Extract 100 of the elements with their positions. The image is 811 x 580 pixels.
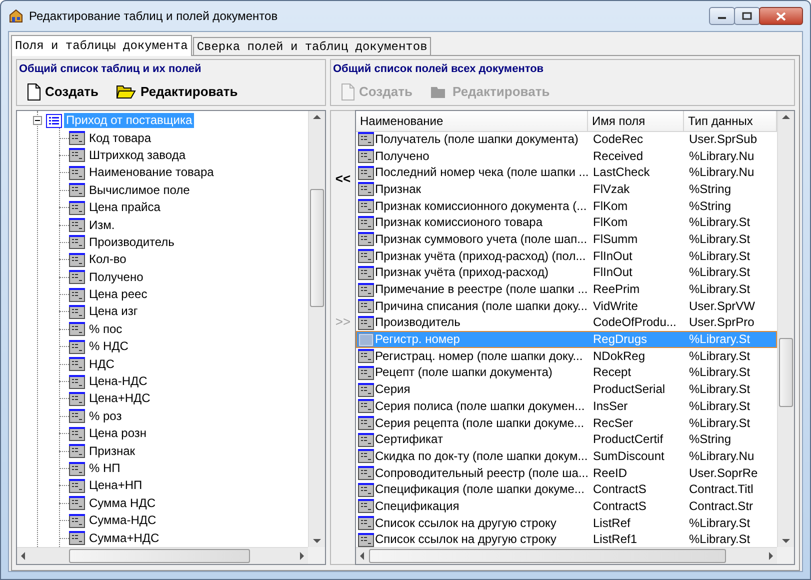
tree-item[interactable]: Цена+НП [87, 478, 144, 494]
scroll-right-icon[interactable] [769, 552, 773, 560]
table-row[interactable]: Производитель CodeOfProdu... User.SprPro [356, 314, 777, 332]
table-field-icon [358, 349, 374, 364]
column-header[interactable]: Наименование [356, 111, 588, 132]
table-row[interactable]: Регистрац. номер (поле шапки доку... NDokReg %Library.St [356, 348, 777, 365]
tree-item[interactable]: Цена+НДС [87, 391, 152, 406]
tab[interactable]: Сверка полей и таблиц документов [192, 37, 432, 55]
scroll-right-icon[interactable] [300, 552, 304, 560]
tab[interactable]: Поля и таблицы документа [11, 35, 192, 56]
close-button[interactable] [759, 7, 803, 25]
table-cell-text: LastCheck [592, 165, 651, 180]
table-row[interactable]: Признак FlVzak %String [356, 181, 777, 198]
table-row[interactable]: Получено Received %Library.Nu [356, 148, 777, 164]
tree-item[interactable]: Наименование товара [87, 165, 216, 180]
table-row[interactable]: Признак комиссионого товара FlKom %Library.St [356, 214, 777, 232]
table-cell: Сертификат [375, 432, 443, 448]
column-header[interactable]: Тип данных [684, 111, 777, 132]
tree-item[interactable]: Сумма+НДС [87, 530, 162, 546]
tree-item[interactable]: Кол-во [87, 252, 128, 268]
edit-button[interactable]: Редактировать [114, 84, 240, 100]
scrollbar-thumb[interactable] [779, 338, 793, 408]
tree-item[interactable]: Штрихкод завода [87, 148, 188, 163]
tree-item[interactable]: Код товара [87, 130, 154, 146]
table-row[interactable]: Серия рецепта (поле шапки докуме... RecSer %Library.St [356, 414, 777, 432]
table-row[interactable]: Список ссылок на другую строку ListRef %Library.St [356, 514, 777, 532]
table-field-icon [69, 304, 85, 319]
table-cell-text: ReeID [592, 466, 628, 481]
scroll-up-icon[interactable] [313, 115, 321, 119]
scrollbar-thumb[interactable] [368, 549, 726, 563]
table-field-icon [69, 478, 85, 493]
table-field-icon [358, 366, 374, 380]
tree-item[interactable]: Изм. [87, 218, 117, 233]
table-cell-text: InsSer [592, 398, 629, 414]
table-cell-text: CodeRec [592, 132, 644, 147]
tree-item[interactable]: Вычислимое поле [87, 182, 192, 198]
table-row[interactable]: Сертификат ProductCertif %String [356, 431, 777, 448]
scroll-left-icon[interactable] [360, 552, 364, 560]
tree-item[interactable]: % роз [87, 408, 124, 424]
table-cell: Признак комиссионного документа (... [375, 198, 587, 214]
table-field-icon [69, 374, 85, 389]
table-cell: Список ссылок на другую строку [375, 516, 556, 531]
table-cell-text: %Library.Nu [688, 148, 756, 164]
table-row[interactable]: Признак комиссионного документа (... FlKom %String [356, 198, 777, 214]
scrollbar-thumb[interactable] [69, 549, 250, 563]
table-cell-text: User.SprVW [688, 298, 756, 314]
table-field-icon [358, 416, 374, 430]
scroll-down-icon[interactable] [313, 539, 321, 543]
table-field-icon [358, 382, 374, 397]
minimize-button[interactable] [709, 7, 735, 25]
vertical-scrollbar[interactable] [308, 111, 325, 547]
scroll-left-icon[interactable] [21, 552, 25, 560]
tree-item[interactable]: Сумма НДС [87, 496, 158, 511]
tree-item[interactable]: % пос [87, 322, 124, 337]
table-row[interactable]: Причина списания (поле шапки доку... VidWrite User.SprVW [356, 298, 777, 315]
horizontal-scrollbar[interactable] [356, 547, 777, 564]
collapse-toggle-icon[interactable] [33, 116, 42, 126]
table-field-icon [69, 409, 85, 424]
tree-item[interactable]: Производитель [87, 234, 176, 250]
scrollbar-thumb[interactable] [310, 189, 324, 308]
scroll-up-icon[interactable] [782, 115, 790, 119]
table-row[interactable]: Список ссылок на другую строку ListRef1 %Library.St [356, 532, 777, 547]
tree-item[interactable]: Цена изг [87, 304, 140, 320]
tree-item[interactable]: Цена прайса [87, 200, 162, 216]
transfer-button[interactable]: << [335, 171, 351, 186]
table-row[interactable]: Последний номер чека (поле шапки ... LastCheck %Library.Nu [356, 164, 777, 182]
create-button[interactable]: Создать [25, 82, 100, 100]
vertical-scrollbar[interactable] [777, 111, 794, 547]
table-row[interactable]: Признак учёта (приход-расход) FlInOut %Library.St [356, 264, 777, 282]
tree-item[interactable]: Цена реес [87, 287, 150, 302]
tree-item[interactable]: Сумма-НДС [87, 513, 158, 528]
table-field-icon [69, 166, 85, 180]
restore-button[interactable] [734, 7, 760, 25]
column-header[interactable]: Имя поля [588, 111, 684, 132]
horizontal-scrollbar[interactable] [17, 547, 308, 564]
table-row[interactable]: Сопроводительный реестр (поле ша... ReeID User.SoprRe [356, 464, 777, 482]
table-field-icon [358, 316, 374, 330]
tree-item[interactable]: НДС [87, 356, 116, 372]
table-row[interactable]: Спецификация (поле шапки докуме... ContractS Contract.Titl [356, 481, 777, 498]
tree-item[interactable]: Цена-НДС [87, 374, 150, 390]
table-row[interactable]: Рецепт (поле шапки документа) Recept %Library.St [356, 364, 777, 382]
table-row[interactable]: Серия ProductSerial %Library.St [356, 381, 777, 398]
tree-item[interactable]: % НП [87, 461, 122, 476]
table-row[interactable]: Примечание в реестре (поле шапки ... ReePrim %Library.St [356, 281, 777, 298]
table-field-icon [69, 200, 85, 215]
table-row[interactable]: Признак учёта (приход-расход) (пол... FlInOut %Library.St [356, 248, 777, 264]
table-row[interactable]: Скидка по док-ту (поле шапки докум... SumDiscount %Library.Nu [356, 448, 777, 465]
table-row[interactable]: Признак суммового учета (поле шап... FlSumm %Library.St [356, 231, 777, 248]
table-cell-text: RegDrugs [592, 332, 648, 348]
tree-item[interactable]: Цена розн [87, 426, 149, 442]
table-row[interactable]: Серия полиса (поле шапки докумен... InsSer %Library.St [356, 398, 777, 415]
page-icon [341, 82, 355, 100]
table-row[interactable]: Получатель (поле шапки документа) CodeRec User.SprSub [356, 131, 777, 148]
table-field-icon [358, 516, 374, 530]
tree-item[interactable]: Получено [87, 270, 146, 285]
table-row[interactable]: Спецификация ContractS Contract.Str [356, 498, 777, 515]
tree-item[interactable]: Признак [87, 444, 138, 459]
table-field-icon [358, 182, 374, 196]
tree-item[interactable]: % НДС [87, 339, 130, 354]
scroll-down-icon[interactable] [782, 539, 790, 543]
